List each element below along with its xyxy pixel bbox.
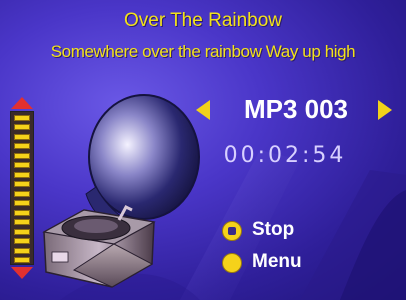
volume-down-icon[interactable] [11,267,33,279]
menu-label: Menu [252,251,302,272]
volume-segment [14,219,30,226]
stop-button-icon [222,221,242,241]
volume-segment [14,115,30,121]
elapsed-time: 00:02:54 [223,143,347,168]
volume-segment [14,200,30,207]
volume-segment [14,171,30,178]
mp3-player-screen: Over The Rainbow Somewhere over the rain… [0,0,406,300]
volume-segment [14,228,30,235]
volume-segment [14,133,30,140]
volume-segment [14,162,30,169]
volume-segment [14,190,30,197]
volume-segment [14,238,30,245]
volume-segment [14,152,30,159]
track-navigation: MP3 003 [190,92,392,132]
volume-segment [14,209,30,216]
volume-segment [14,124,30,131]
volume-segment [14,181,30,188]
volume-track [10,111,34,265]
volume-segment [14,247,30,254]
stop-button[interactable]: Stop [222,218,342,244]
volume-up-icon[interactable] [11,97,33,109]
lyric-line: Somewhere over the rainbow Way up high [50,42,356,61]
volume-segment [14,257,30,263]
stop-glyph [228,227,236,235]
gramophone-icon [42,94,200,288]
next-track-icon[interactable] [378,100,392,120]
song-title: Over The Rainbow [123,10,283,31]
stop-label: Stop [252,219,295,240]
menu-button[interactable]: Menu [222,250,342,276]
previous-track-icon[interactable] [196,100,210,120]
volume-segment [14,143,30,150]
track-label: MP3 003 [243,94,349,124]
volume-bar[interactable] [8,95,36,281]
menu-button-icon [222,253,242,273]
